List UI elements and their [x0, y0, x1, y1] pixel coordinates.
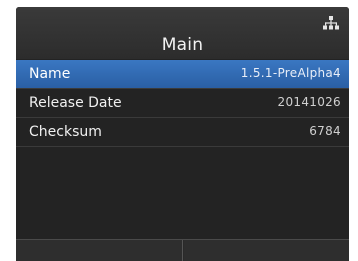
list-item-value: 1.5.1-PreAlpha4	[240, 66, 341, 80]
lcd-screen: Main Name 1.5.1-PreAlpha4 Release Date 2…	[16, 7, 349, 261]
list-item-label: Release Date	[29, 95, 122, 111]
softkey-bar	[16, 239, 349, 261]
page-title: Main	[161, 35, 204, 55]
list-item-release-date[interactable]: Release Date 20141026	[16, 89, 349, 117]
list-item-value: 6784	[309, 124, 341, 138]
list-item-name[interactable]: Name 1.5.1-PreAlpha4	[16, 60, 349, 88]
printer-display-bezel: Main Name 1.5.1-PreAlpha4 Release Date 2…	[0, 0, 358, 261]
softkey-right[interactable]	[184, 240, 349, 261]
list-item-checksum[interactable]: Checksum 6784	[16, 118, 349, 146]
row-divider	[16, 146, 349, 147]
softkey-left[interactable]	[16, 240, 183, 261]
list-item-value: 20141026	[277, 95, 341, 109]
list-item-label: Checksum	[29, 124, 102, 140]
screen-header: Main	[16, 7, 349, 59]
network-icon	[323, 16, 339, 30]
list-item-label: Name	[29, 66, 71, 82]
